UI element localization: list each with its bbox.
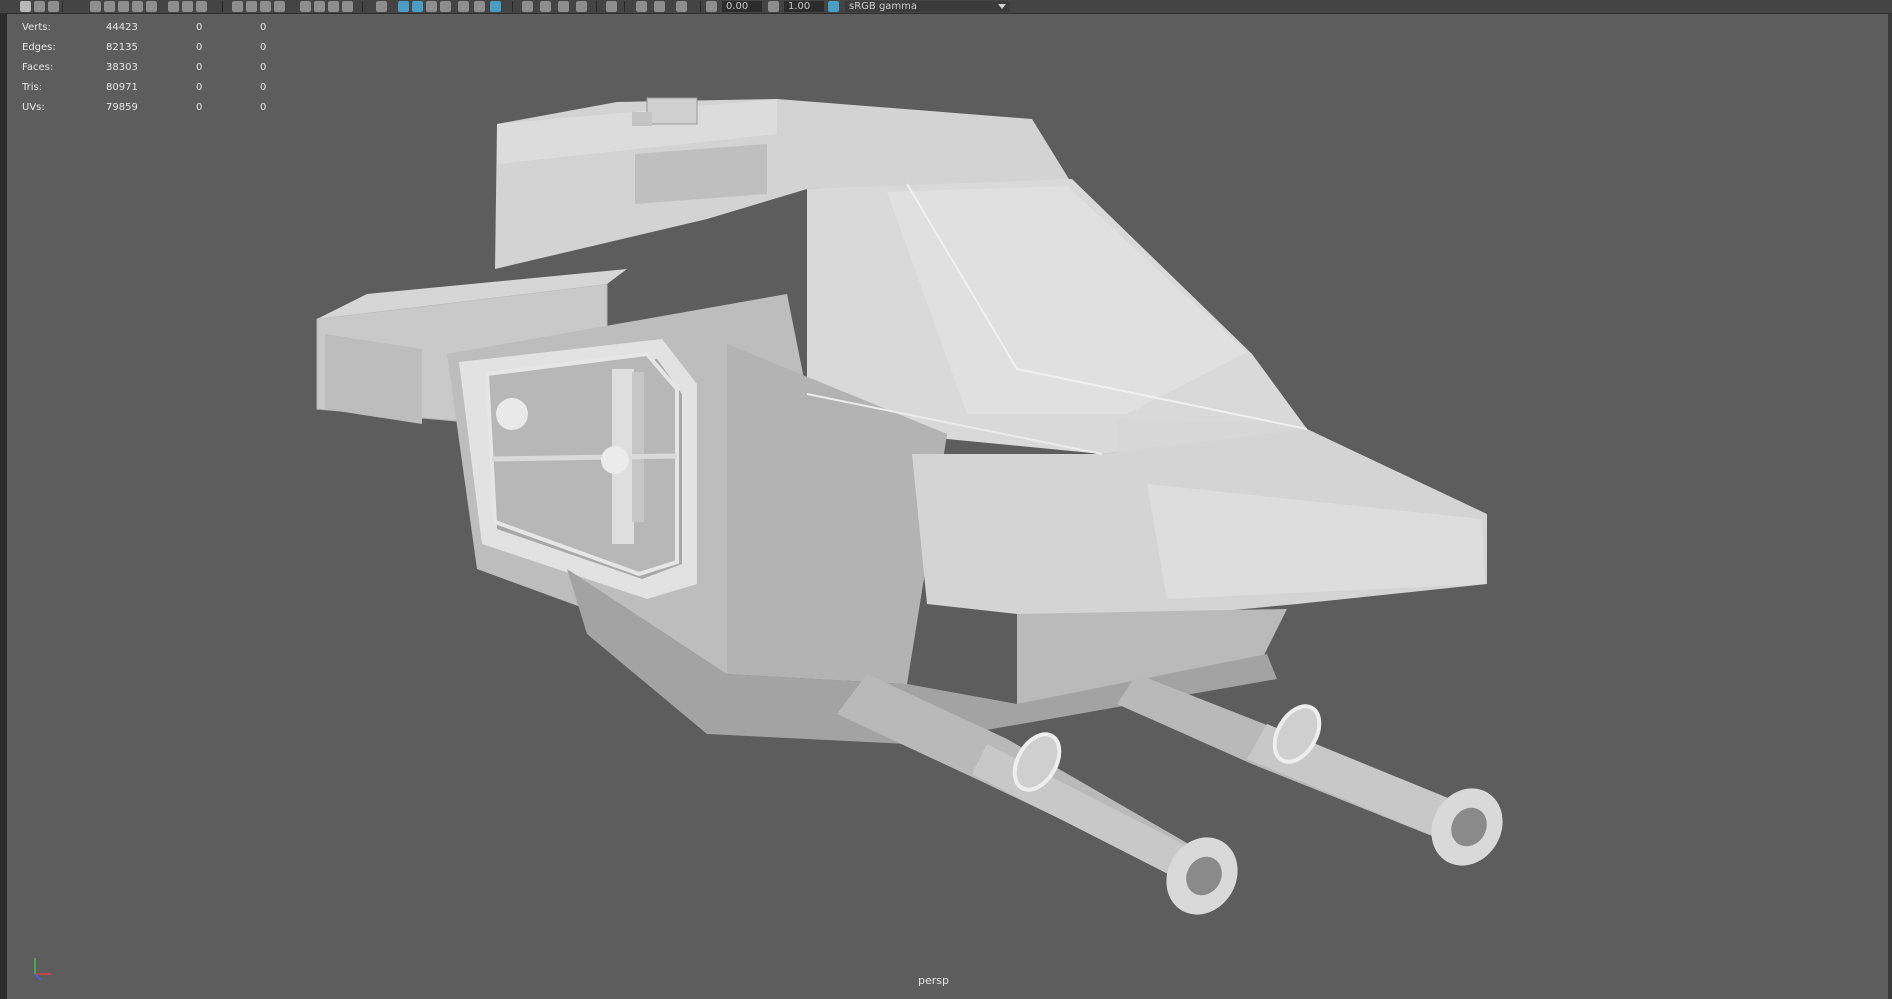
color-space-dropdown[interactable]: sRGB gamma [845, 1, 1010, 12]
color-space-label: sRGB gamma [849, 1, 918, 12]
resolution-gate-icon[interactable] [182, 1, 193, 12]
frame-all-icon[interactable] [636, 1, 647, 12]
toolbar-separator [512, 1, 513, 12]
depth-of-field-icon[interactable] [558, 1, 569, 12]
image-plane-icon[interactable] [90, 1, 101, 12]
anti-aliasing-icon[interactable] [540, 1, 551, 12]
chevron-down-icon [998, 4, 1006, 9]
hud-count: 80971 [106, 82, 138, 93]
hud-selected-count: 0 [196, 82, 203, 93]
hud-selected-count: 0 [196, 102, 203, 113]
smooth-shade-all-icon[interactable] [398, 1, 409, 12]
hud-label: Edges: [22, 42, 56, 53]
hud-count: 38303 [106, 62, 138, 73]
axis-z-line [34, 973, 42, 981]
hud-component-count: 0 [260, 22, 267, 33]
view-transform-icon[interactable] [828, 1, 839, 12]
wireframe-icon[interactable] [300, 1, 311, 12]
toolbar-separator [624, 1, 625, 12]
camera-name-label: persp [918, 974, 949, 987]
hud-row: Edges: 82135 0 0 [7, 41, 287, 59]
hud-selected-count: 0 [196, 42, 203, 53]
motion-blur-icon[interactable] [522, 1, 533, 12]
smooth-shade-icon[interactable] [314, 1, 325, 12]
viewport-toolbar: 0.00 1.00 sRGB gamma [0, 0, 1892, 14]
exposure-field[interactable]: 0.00 [722, 1, 762, 12]
textured-icon[interactable] [342, 1, 353, 12]
safe-action-icon[interactable] [246, 1, 257, 12]
camera-lock-icon[interactable] [132, 1, 143, 12]
hud-label: Tris: [22, 82, 43, 93]
toolbar-separator [62, 1, 63, 12]
toolbar-separator [362, 1, 363, 12]
hud-label: UVs: [22, 102, 45, 113]
isolate-select-icon[interactable] [576, 1, 587, 12]
gamma-icon[interactable] [768, 1, 779, 12]
field-chart-icon[interactable] [274, 1, 285, 12]
perspective-viewport[interactable]: Verts: 44423 0 0 Edges: 82135 0 0 Faces: 38303 0 0 T… [7, 14, 1892, 999]
axis-gizmo-icon [34, 958, 51, 981]
bookmarks-icon[interactable] [48, 1, 59, 12]
wireframe-on-shaded-icon[interactable] [376, 1, 387, 12]
toolbar-separator [700, 1, 701, 12]
use-default-material-icon[interactable] [412, 1, 423, 12]
lights-icon[interactable] [458, 1, 469, 12]
xray-joints-icon[interactable] [440, 1, 451, 12]
toolbar-separator [222, 1, 223, 12]
hud-component-count: 0 [260, 42, 267, 53]
hud-selected-count: 0 [196, 62, 203, 73]
hud-label: Faces: [22, 62, 54, 73]
select-tool-icon[interactable] [606, 1, 617, 12]
hud-row: Tris: 80971 0 0 [7, 81, 287, 99]
hud-count: 82135 [106, 42, 138, 53]
gate-mask-icon[interactable] [196, 1, 207, 12]
poly-count-hud: Verts: 44423 0 0 Edges: 82135 0 0 Faces: 38303 0 0 T… [7, 14, 307, 114]
hud-row: Faces: 38303 0 0 [7, 61, 287, 79]
two-d-pan-zoom-icon[interactable] [104, 1, 115, 12]
hud-component-count: 0 [260, 82, 267, 93]
film-gate-icon[interactable] [168, 1, 179, 12]
hud-component-count: 0 [260, 62, 267, 73]
hud-row: Verts: 44423 0 0 [7, 21, 287, 39]
grid-icon[interactable] [232, 1, 243, 12]
safe-title-icon[interactable] [260, 1, 271, 12]
hud-count: 79859 [106, 102, 138, 113]
shadows-icon[interactable] [474, 1, 485, 12]
toolbar-separator [596, 1, 597, 12]
grease-pencil-icon[interactable] [118, 1, 129, 12]
viewport-border [1888, 14, 1892, 999]
spaceship-model[interactable] [7, 14, 1892, 999]
exposure-icon[interactable] [706, 1, 717, 12]
select-camera-icon[interactable] [20, 1, 31, 12]
frame-selection-icon[interactable] [654, 1, 665, 12]
hud-toggle-icon[interactable] [676, 1, 687, 12]
hud-component-count: 0 [260, 102, 267, 113]
hud-label: Verts: [22, 22, 51, 33]
camera-attributes-icon[interactable] [34, 1, 45, 12]
hud-count: 44423 [106, 22, 138, 33]
hud-selected-count: 0 [196, 22, 203, 33]
default-material-icon[interactable] [328, 1, 339, 12]
bookmark-icon[interactable] [146, 1, 157, 12]
gamma-field[interactable]: 1.00 [784, 1, 824, 12]
screen-space-ao-icon[interactable] [490, 1, 501, 12]
hud-row: UVs: 79859 0 0 [7, 101, 287, 119]
xray-icon[interactable] [426, 1, 437, 12]
